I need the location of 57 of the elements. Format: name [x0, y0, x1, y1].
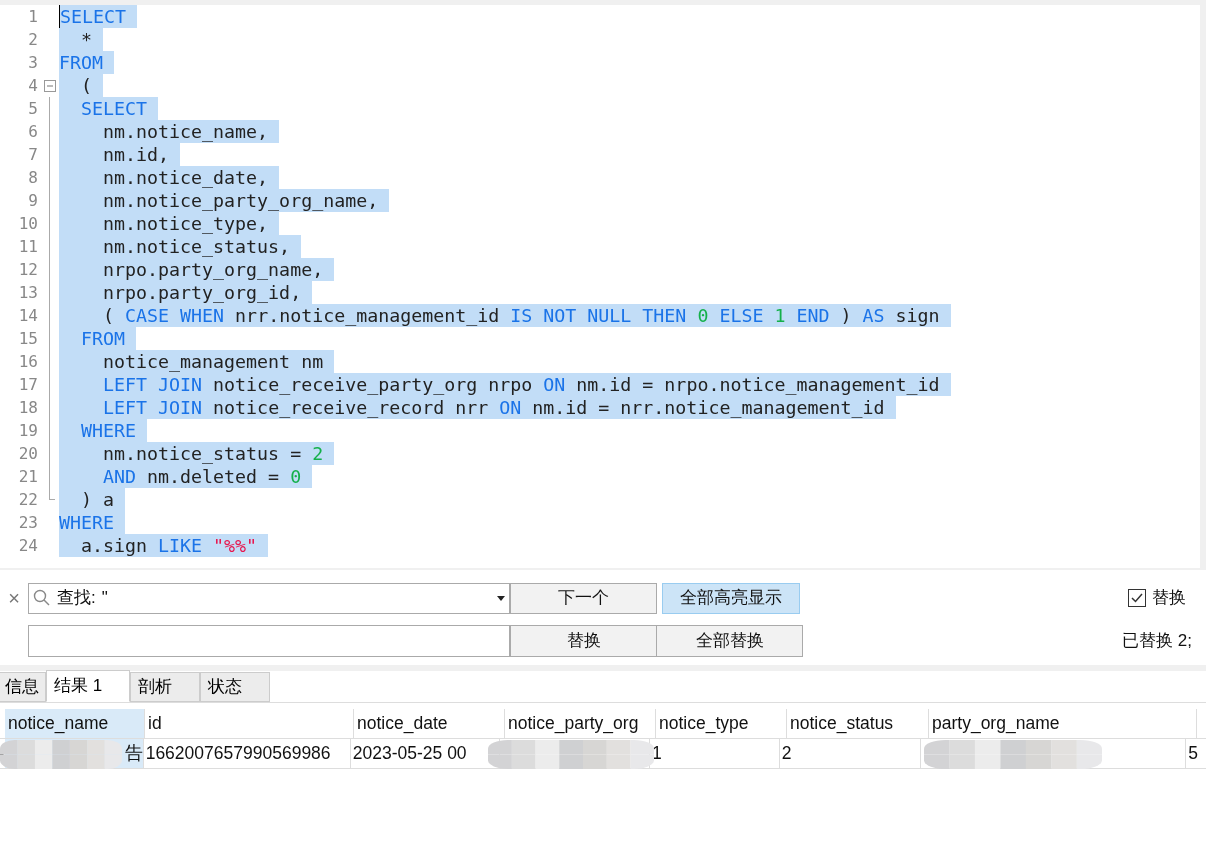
line-number: 2 — [27, 28, 38, 51]
replace-label: 替换 — [1152, 587, 1186, 610]
find-field[interactable]: 查找: " — [28, 582, 510, 614]
table-cell-text: 2023-05-25 00 — [352, 742, 467, 766]
fold-toggle-icon[interactable] — [44, 80, 56, 92]
line-number: 5 — [27, 97, 38, 120]
table-cell-text: 2 — [781, 742, 792, 766]
replace-field[interactable] — [28, 625, 510, 657]
table-cell-text: 1 — [652, 742, 662, 766]
line-number: 17 — [17, 373, 38, 396]
column-header[interactable]: notice_status — [787, 709, 929, 738]
column-header[interactable]: notice_party_org — [505, 709, 656, 738]
check-icon — [1131, 593, 1143, 603]
line-number: 19 — [17, 419, 38, 442]
result-tab[interactable]: 结果 1 — [46, 670, 131, 702]
line-number: 13 — [17, 281, 38, 304]
column-header[interactable]: notice_name — [5, 709, 145, 738]
line-number: 16 — [17, 350, 38, 373]
line-number: 1 — [27, 5, 38, 28]
line-number: 4 — [27, 74, 38, 97]
column-header[interactable]: party_org_name — [929, 709, 1197, 738]
find-value: " — [101, 587, 109, 610]
line-number: 3 — [27, 51, 38, 74]
line-number: 18 — [17, 396, 38, 419]
table-cell-text: 1662007657990569986 — [145, 742, 331, 766]
result-tab[interactable]: 信息 — [0, 672, 46, 702]
replace-checkbox[interactable] — [1128, 589, 1146, 607]
table-cell-text: 告 — [124, 742, 143, 766]
line-number: 10 — [17, 212, 38, 235]
highlight-all-button[interactable]: 全部高亮显示 — [662, 582, 800, 614]
replace-button[interactable]: 替换 — [510, 625, 657, 657]
line-number: 22 — [17, 488, 38, 511]
result-tab[interactable]: 剖析 — [130, 672, 201, 702]
line-number: 21 — [17, 465, 38, 488]
caret-icon[interactable] — [497, 595, 505, 601]
line-number: 7 — [27, 143, 38, 166]
line-number: 12 — [17, 258, 38, 281]
line-number: 6 — [27, 120, 38, 143]
result-tab[interactable]: 状态 — [200, 672, 271, 702]
search-icon — [33, 589, 51, 607]
column-header[interactable]: notice_type — [656, 709, 787, 738]
close-button[interactable]: × — [0, 583, 28, 613]
line-number: 24 — [17, 534, 38, 557]
column-header[interactable]: notice_date — [354, 709, 505, 738]
next-button[interactable]: 下一个 — [510, 582, 657, 614]
column-header[interactable]: id — [145, 709, 354, 738]
line-number: 9 — [27, 189, 38, 212]
line-number: 11 — [17, 235, 38, 258]
find-label: 查找: — [57, 587, 96, 610]
line-number: 8 — [27, 166, 38, 189]
replace-status: 已替换 2; — [1122, 630, 1192, 653]
replace-all-button[interactable]: 全部替换 — [657, 625, 803, 657]
line-number: 14 — [17, 304, 38, 327]
line-number: 23 — [17, 511, 38, 534]
line-number: 20 — [17, 442, 38, 465]
line-number: 15 — [17, 327, 38, 350]
table-cell-text: 5 — [1188, 742, 1198, 766]
